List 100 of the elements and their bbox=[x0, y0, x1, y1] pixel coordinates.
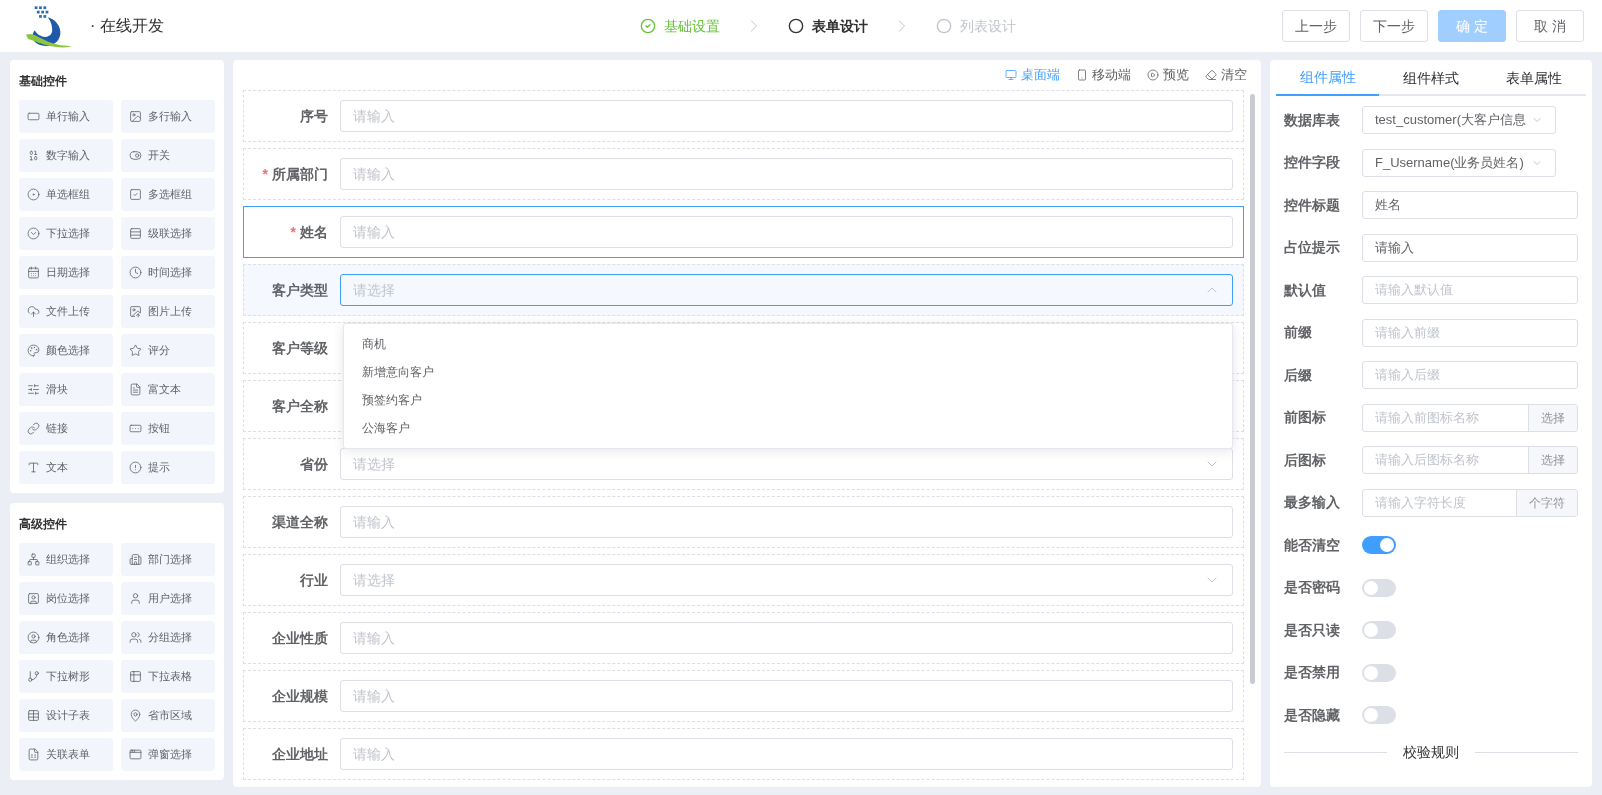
form-row[interactable]: * 所属部门 请输入 bbox=[243, 148, 1244, 200]
user-circle-icon bbox=[27, 631, 40, 644]
property-label: 默认值 bbox=[1284, 280, 1327, 300]
palette-item[interactable]: 级联选择 bbox=[121, 217, 215, 250]
select-field[interactable]: test_customer(大客户信息 bbox=[1362, 106, 1556, 134]
required-mark: * bbox=[290, 222, 296, 242]
palette-item[interactable]: 时间选择 bbox=[121, 256, 215, 289]
palette-item[interactable]: 评分 bbox=[121, 334, 215, 367]
form-row[interactable]: 企业规模 请输入 bbox=[243, 670, 1244, 722]
text-input[interactable]: 姓名 bbox=[1362, 191, 1578, 219]
header-button[interactable]: 下一步 bbox=[1360, 10, 1428, 42]
toggle-switch[interactable] bbox=[1362, 706, 1396, 724]
field-label: 客户类型 bbox=[272, 280, 328, 300]
palette-item[interactable]: 提示 bbox=[121, 451, 215, 484]
form-row[interactable]: 企业地址 请输入 bbox=[243, 728, 1244, 780]
scrollbar[interactable] bbox=[1250, 94, 1255, 684]
tab[interactable]: 组件样式 bbox=[1379, 60, 1483, 96]
building-icon bbox=[129, 553, 142, 566]
palette-item[interactable]: 岗位选择 bbox=[19, 582, 113, 615]
palette-item[interactable]: 数字输入 bbox=[19, 139, 113, 172]
palette-item[interactable]: 组织选择 bbox=[19, 543, 113, 576]
circle-icon bbox=[936, 18, 952, 34]
palette-item[interactable]: 多选框组 bbox=[121, 178, 215, 211]
tree-icon bbox=[27, 670, 40, 683]
toolbar-button[interactable]: 移动端 bbox=[1076, 65, 1131, 85]
users-icon bbox=[129, 631, 142, 644]
palette-item[interactable]: 多行输入 bbox=[121, 100, 215, 133]
property-label: 数据库表 bbox=[1284, 110, 1341, 130]
radio-icon bbox=[27, 188, 40, 201]
monitor-icon bbox=[1005, 69, 1017, 81]
palette-item[interactable]: 角色选择 bbox=[19, 621, 113, 654]
text-input[interactable]: 请输入 bbox=[1362, 233, 1578, 262]
link-icon bbox=[27, 422, 40, 435]
dropdown-option[interactable]: 预签约客户 bbox=[344, 386, 1232, 414]
palette-item[interactable]: 分组选择 bbox=[121, 621, 215, 654]
palette-icon bbox=[27, 344, 40, 357]
property-label: 占位提示 bbox=[1284, 238, 1341, 257]
palette-item[interactable]: 文本 bbox=[19, 451, 113, 484]
upload-icon bbox=[27, 305, 40, 318]
palette-item[interactable]: 部门选择 bbox=[121, 543, 215, 576]
toggle-switch[interactable] bbox=[1362, 621, 1396, 639]
field-label: 所属部门 bbox=[272, 164, 328, 184]
palette-item[interactable]: 滑块 bbox=[19, 373, 113, 406]
clock-icon bbox=[129, 266, 142, 279]
form-row[interactable]: * 姓名 请输入 bbox=[243, 206, 1244, 258]
button-icon bbox=[129, 422, 142, 435]
field-label: 客户等级 bbox=[272, 338, 328, 358]
toolbar-button[interactable]: 清空 bbox=[1205, 65, 1247, 85]
property-label: 控件标题 bbox=[1284, 195, 1341, 215]
form-row[interactable]: 企业性质 请输入 bbox=[243, 612, 1244, 664]
toolbar-button[interactable]: 预览 bbox=[1147, 65, 1189, 85]
palette-item[interactable]: 文件上传 bbox=[19, 295, 113, 328]
palette-item[interactable]: 日期选择 bbox=[19, 256, 113, 289]
select-field[interactable]: F_Username(业务员姓名) bbox=[1362, 148, 1556, 177]
toggle-switch[interactable] bbox=[1362, 578, 1396, 597]
form-icon bbox=[27, 748, 40, 761]
field-label: 企业性质 bbox=[272, 628, 328, 648]
app-title: · 在线开发 bbox=[90, 16, 164, 36]
palette-item[interactable]: 设计子表 bbox=[19, 699, 113, 732]
palette-item[interactable]: 链接 bbox=[19, 412, 113, 445]
phone-icon bbox=[1076, 69, 1088, 81]
palette-item[interactable]: 颜色选择 bbox=[19, 334, 113, 367]
table-icon bbox=[129, 670, 142, 683]
palette-item[interactable]: 省市区域 bbox=[121, 699, 215, 732]
palette-item[interactable]: 单选框组 bbox=[19, 178, 113, 211]
field-label: 行业 bbox=[300, 570, 328, 590]
toggle-switch[interactable] bbox=[1362, 663, 1396, 682]
checkbox-icon bbox=[129, 188, 142, 201]
palette-item[interactable]: 富文本 bbox=[121, 373, 215, 406]
palette-item[interactable]: 开关 bbox=[121, 139, 215, 172]
property-label: 能否清空 bbox=[1284, 535, 1341, 555]
map-pin-icon bbox=[129, 709, 142, 722]
header-button[interactable]: 上一步 bbox=[1282, 10, 1350, 42]
play-icon bbox=[1147, 69, 1159, 81]
dropdown-option[interactable]: 商机 bbox=[344, 330, 1232, 358]
toggle-switch[interactable] bbox=[1362, 536, 1396, 554]
palette-item[interactable]: 下拉树形 bbox=[19, 660, 113, 693]
palette-item[interactable]: 下拉选择 bbox=[19, 217, 113, 250]
header-button[interactable]: 取 消 bbox=[1516, 10, 1584, 42]
dropdown-option[interactable]: 新增意向客户 bbox=[344, 358, 1232, 386]
property-label: 是否密码 bbox=[1284, 578, 1341, 597]
tab[interactable]: 表单属性 bbox=[1482, 60, 1586, 96]
text-icon bbox=[27, 461, 40, 474]
property-label: 是否隐藏 bbox=[1284, 705, 1341, 725]
palette-item[interactable]: 弹窗选择 bbox=[121, 738, 215, 771]
palette-item[interactable]: 图片上传 bbox=[121, 295, 215, 328]
form-row[interactable]: 序号 请输入 bbox=[243, 90, 1244, 142]
cascade-icon bbox=[129, 227, 142, 240]
palette-item[interactable]: 单行输入 bbox=[19, 100, 113, 133]
window-icon bbox=[129, 748, 142, 761]
calendar-icon bbox=[27, 266, 40, 279]
palette-item[interactable]: 按钮 bbox=[121, 412, 215, 445]
palette-item[interactable]: 下拉表格 bbox=[121, 660, 215, 693]
palette-item[interactable]: 用户选择 bbox=[121, 582, 215, 615]
form-row[interactable]: 渠道全称 请输入 bbox=[243, 496, 1244, 548]
property-label: 后缀 bbox=[1284, 365, 1313, 385]
user-icon bbox=[129, 592, 142, 605]
form-row[interactable]: 行业 请选择 bbox=[243, 554, 1244, 606]
palette-item[interactable]: 关联表单 bbox=[19, 738, 113, 771]
step[interactable]: 表单设计 bbox=[788, 15, 868, 37]
